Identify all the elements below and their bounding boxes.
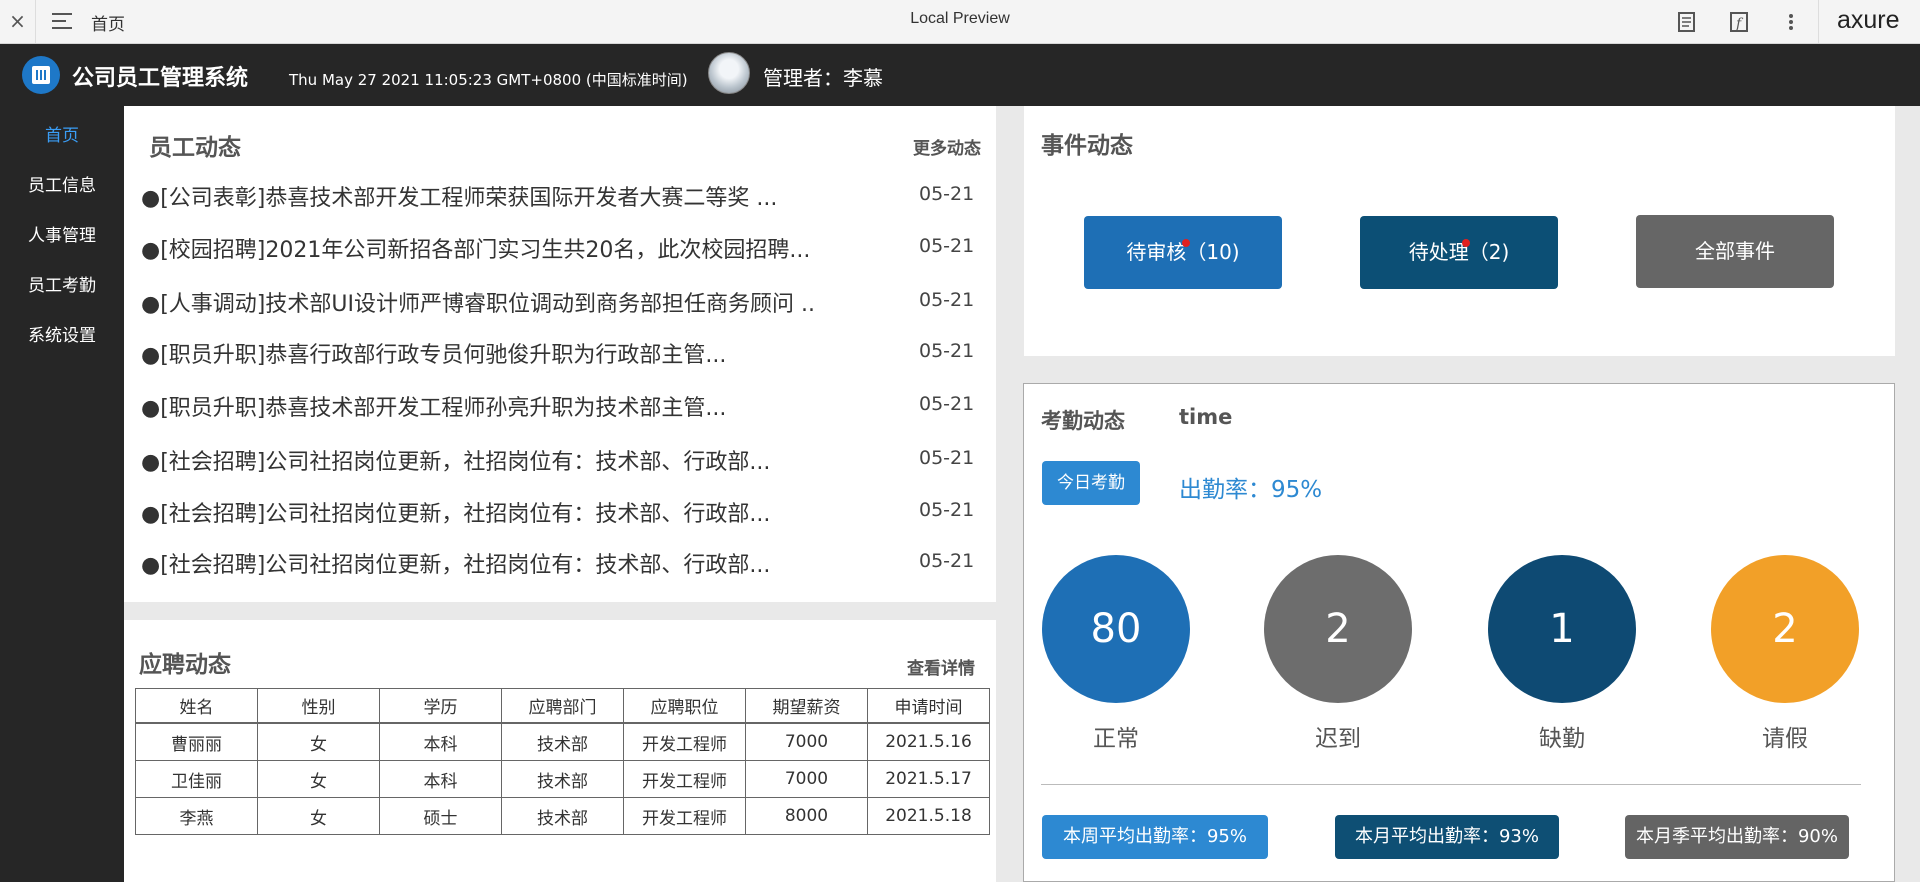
news-date: 05-21 xyxy=(919,289,975,311)
current-datetime: Thu May 27 2021 11:05:23 GMT+0800 (中国标准时… xyxy=(289,71,688,89)
notes-icon[interactable] xyxy=(1677,11,1697,33)
weekly-rate-badge[interactable]: 本周平均出勤率：95% xyxy=(1042,815,1268,859)
absent-count: 1 xyxy=(1488,555,1636,703)
table-cell: 8000 xyxy=(745,797,868,835)
attendance-panel: 考勤动态 time 今日考勤 出勤率：95% 80 正常 2 迟到 1 缺勤 2… xyxy=(1023,383,1895,882)
today-attendance-button[interactable]: 今日考勤 xyxy=(1042,461,1140,505)
column-header: 申请时间 xyxy=(867,688,990,724)
late-count: 2 xyxy=(1264,555,1412,703)
column-header: 应聘部门 xyxy=(501,688,624,724)
absent-label: 缺勤 xyxy=(1539,726,1585,752)
column-header: 学历 xyxy=(379,688,502,724)
news-date: 05-21 xyxy=(919,393,975,415)
more-vertical-icon[interactable] xyxy=(1785,11,1797,33)
table-cell: 2021.5.16 xyxy=(867,722,990,761)
pending-process-button[interactable]: 待处理（2) xyxy=(1360,216,1558,289)
table-cell: 技术部 xyxy=(501,722,624,761)
news-item[interactable]: ●[校园招聘]2021年公司新招各部门实习生共20名，此次校园招聘... xyxy=(141,232,810,264)
app-header xyxy=(0,44,1920,106)
attendance-rate: 出勤率：95% xyxy=(1179,477,1323,503)
news-item[interactable]: ●[职员升职]恭喜行政部行政专员何驰俊升职为行政部主管... xyxy=(141,337,726,369)
column-header: 期望薪资 xyxy=(745,688,868,724)
notification-dot xyxy=(1462,239,1470,247)
table-cell: 女 xyxy=(257,797,380,835)
news-date: 05-21 xyxy=(919,499,975,521)
preview-toolbar: × 首页 Local Preview f axure xyxy=(0,0,1920,44)
table-cell: 开发工程师 xyxy=(623,760,746,798)
table-cell: 技术部 xyxy=(501,797,624,835)
news-item[interactable]: ●[社会招聘]公司社招岗位更新，社招岗位有：技术部、行政部... xyxy=(141,496,770,528)
notification-dot xyxy=(1182,239,1190,247)
recruit-panel: 应聘动态 查看详情 姓名 性别 学历 应聘部门 应聘职位 期望薪资 申请时间 曹… xyxy=(124,620,996,882)
news-item[interactable]: ●[公司表彰]恭喜技术部开发工程师荣获国际开发者大赛二等奖 ... xyxy=(141,180,777,212)
news-item[interactable]: ●[职员升职]恭喜技术部开发工程师孙亮升职为技术部主管... xyxy=(141,390,726,422)
news-date: 05-21 xyxy=(919,447,975,469)
inspect-icon[interactable]: f xyxy=(1729,11,1751,33)
recruit-details-link[interactable]: 查看详情 xyxy=(907,654,975,679)
axure-logo: axure xyxy=(1818,0,1920,43)
news-panel: 员工动态 更多动态 ●[公司表彰]恭喜技术部开发工程师荣获国际开发者大赛二等奖 … xyxy=(124,106,996,602)
monthly-rate-badge[interactable]: 本月平均出勤率：93% xyxy=(1335,815,1559,859)
news-item[interactable]: ●[人事调动]技术部UI设计师严博睿职位调动到商务部担任商务顾问 .. xyxy=(141,286,815,318)
table-row[interactable]: 卫佳丽 女 本科 技术部 开发工程师 7000 2021.5.17 xyxy=(135,760,990,798)
table-cell: 本科 xyxy=(379,760,502,798)
recruit-table: 姓名 性别 学历 应聘部门 应聘职位 期望薪资 申请时间 曹丽丽 女 本科 技术… xyxy=(135,688,990,835)
leave-count: 2 xyxy=(1711,555,1859,703)
table-row[interactable]: 李燕 女 硕士 技术部 开发工程师 8000 2021.5.18 xyxy=(135,797,990,835)
table-cell: 2021.5.17 xyxy=(867,760,990,798)
normal-label: 正常 xyxy=(1093,726,1139,752)
table-cell: 7000 xyxy=(745,722,868,761)
svg-text:f: f xyxy=(1735,16,1744,32)
system-title: 公司员工管理系统 xyxy=(72,66,249,91)
table-cell: 曹丽丽 xyxy=(135,722,258,761)
quarterly-rate-badge[interactable]: 本月季平均出勤率：90% xyxy=(1625,815,1849,859)
admin-name: 管理者：李慕 xyxy=(763,66,883,90)
attendance-title: 考勤动态 xyxy=(1041,409,1125,433)
sidebar: 首页 员工信息 人事管理 员工考勤 系统设置 xyxy=(0,106,124,882)
sidebar-item-attendance[interactable]: 员工考勤 xyxy=(0,271,124,296)
news-date: 05-21 xyxy=(919,183,975,205)
table-cell: 女 xyxy=(257,760,380,798)
table-cell: 李燕 xyxy=(135,797,258,835)
table-cell: 女 xyxy=(257,722,380,761)
normal-count: 80 xyxy=(1042,555,1190,703)
news-date: 05-21 xyxy=(919,340,975,362)
attendance-time: time xyxy=(1179,405,1233,429)
events-panel: 事件动态 待审核（10) 待处理（2) 全部事件 xyxy=(1024,106,1895,356)
column-header: 性别 xyxy=(257,688,380,724)
leave-label: 请假 xyxy=(1762,726,1808,752)
table-cell: 7000 xyxy=(745,760,868,798)
more-news-link[interactable]: 更多动态 xyxy=(913,134,981,159)
recruit-title: 应聘动态 xyxy=(139,652,231,678)
news-title: 员工动态 xyxy=(149,135,241,161)
table-cell: 开发工程师 xyxy=(623,797,746,835)
sidebar-item-home[interactable]: 首页 xyxy=(0,121,124,146)
table-cell: 开发工程师 xyxy=(623,722,746,761)
news-item[interactable]: ●[社会招聘]公司社招岗位更新，社招岗位有：技术部、行政部... xyxy=(141,444,770,476)
preview-title: Local Preview xyxy=(910,10,1010,27)
table-cell: 硕士 xyxy=(379,797,502,835)
pending-review-button[interactable]: 待审核（10) xyxy=(1084,216,1282,289)
events-title: 事件动态 xyxy=(1041,133,1133,159)
table-cell: 技术部 xyxy=(501,760,624,798)
pending-process-label: 待处理（2) xyxy=(1408,240,1510,264)
table-cell: 2021.5.18 xyxy=(867,797,990,835)
avatar[interactable] xyxy=(708,52,750,94)
sidebar-item-settings[interactable]: 系统设置 xyxy=(0,321,124,346)
news-item[interactable]: ●[社会招聘]公司社招岗位更新，社招岗位有：技术部、行政部... xyxy=(141,547,770,579)
late-label: 迟到 xyxy=(1315,726,1361,752)
table-cell: 本科 xyxy=(379,722,502,761)
table-row[interactable]: 曹丽丽 女 本科 技术部 开发工程师 7000 2021.5.16 xyxy=(135,722,990,761)
table-header-row: 姓名 性别 学历 应聘部门 应聘职位 期望薪资 申请时间 xyxy=(135,688,990,724)
column-header: 应聘职位 xyxy=(623,688,746,724)
news-date: 05-21 xyxy=(919,550,975,572)
all-events-button[interactable]: 全部事件 xyxy=(1636,215,1834,288)
building-icon xyxy=(22,56,60,94)
sidebar-item-hr-management[interactable]: 人事管理 xyxy=(0,221,124,246)
divider xyxy=(1041,784,1861,785)
sidebar-item-employee-info[interactable]: 员工信息 xyxy=(0,171,124,196)
table-cell: 卫佳丽 xyxy=(135,760,258,798)
column-header: 姓名 xyxy=(135,688,258,724)
news-date: 05-21 xyxy=(919,235,975,257)
